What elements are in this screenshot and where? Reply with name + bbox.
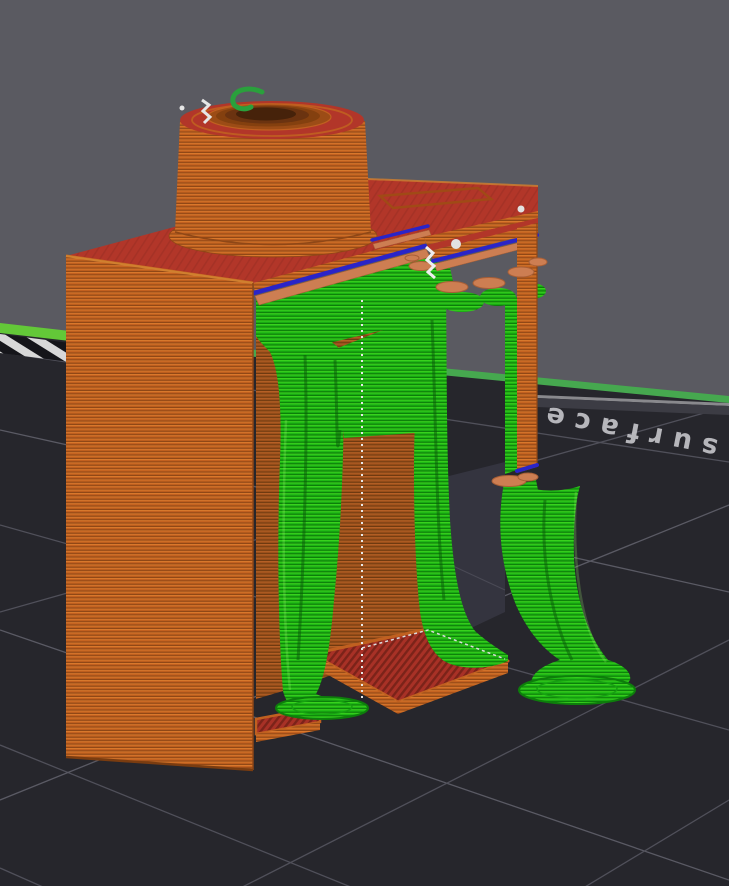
slicer-3d-viewport[interactable]: surface bbox=[0, 0, 729, 886]
cylinder-boss bbox=[168, 86, 378, 258]
scene: surface bbox=[0, 0, 729, 886]
left-pillar bbox=[65, 255, 254, 772]
